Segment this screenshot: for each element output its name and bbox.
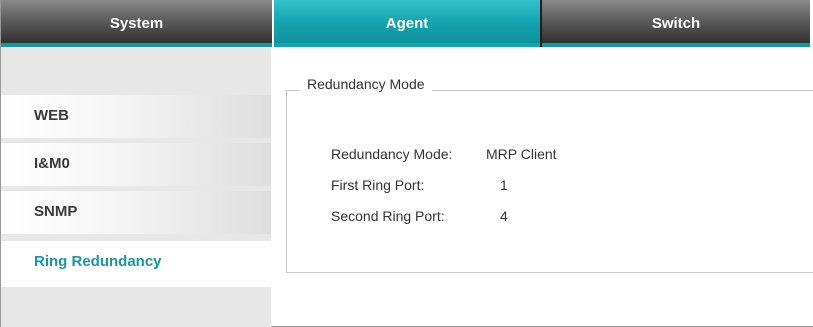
sidebar-item-label: SNMP — [34, 203, 78, 220]
second-ring-port-value: 4 — [500, 208, 508, 224]
sidebar-item-snmp[interactable]: SNMP — [1, 191, 271, 234]
tab-system-edge — [1, 43, 272, 47]
sidebar-header-space — [1, 48, 271, 95]
tab-switch[interactable]: Switch — [542, 0, 810, 47]
redundancy-mode-value: MRP Client — [486, 146, 557, 162]
tab-agent-edge — [274, 43, 540, 47]
tab-system[interactable]: System — [1, 0, 272, 47]
tab-agent[interactable]: Agent — [274, 0, 540, 47]
tab-switch-edge — [542, 43, 810, 47]
first-ring-port-value: 1 — [500, 177, 508, 193]
redundancy-mode-label: Redundancy Mode: — [331, 146, 453, 162]
top-tab-bar: System Agent Switch — [1, 0, 813, 48]
second-ring-port-label: Second Ring Port: — [331, 208, 445, 224]
sidebar-item-im0[interactable]: I&M0 — [1, 143, 271, 186]
sidebar-item-ring-redundancy[interactable]: Ring Redundancy — [1, 241, 271, 287]
app-frame: System Agent Switch WEB I&M0 SNMP Ring R… — [0, 0, 813, 327]
sidebar-footer-space — [1, 287, 271, 327]
sidebar: WEB I&M0 SNMP Ring Redundancy — [1, 48, 271, 327]
sidebar-item-web[interactable]: WEB — [1, 95, 271, 138]
tab-system-label: System — [109, 15, 164, 32]
tab-agent-label: Agent — [385, 15, 429, 32]
first-ring-port-label: First Ring Port: — [331, 177, 425, 193]
tab-switch-label: Switch — [651, 15, 701, 32]
fieldset-legend: Redundancy Mode — [300, 76, 432, 92]
main-content: Redundancy Mode Redundancy Mode: MRP Cli… — [272, 48, 813, 326]
sidebar-item-label: I&M0 — [34, 155, 70, 172]
sidebar-item-label: WEB — [34, 107, 69, 124]
sidebar-item-label: Ring Redundancy — [34, 253, 162, 270]
